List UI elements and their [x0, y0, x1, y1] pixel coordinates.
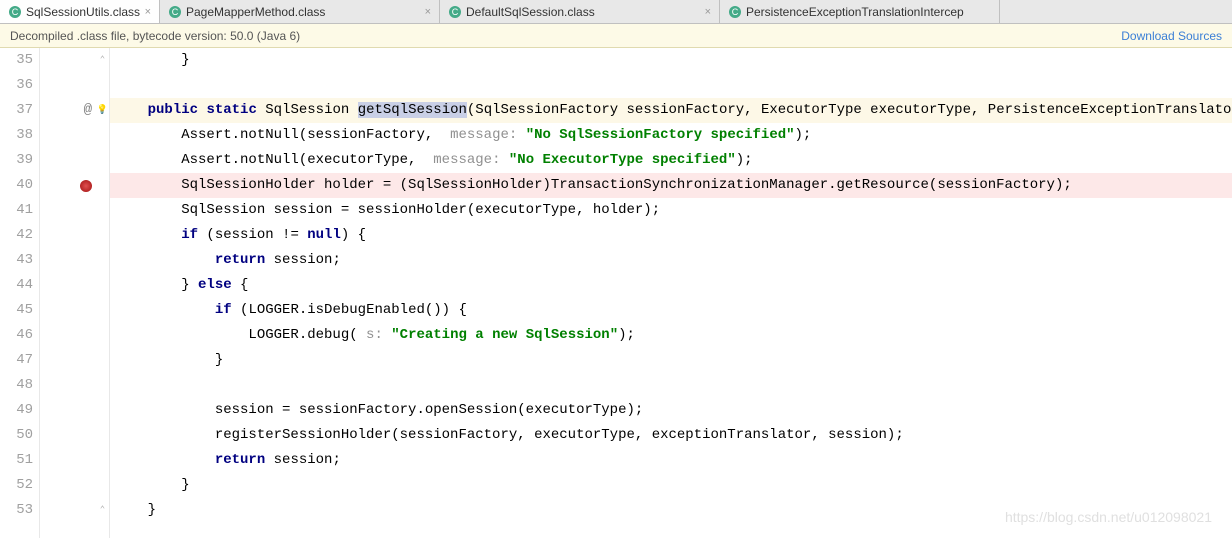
fold-end-icon[interactable]: ⌃ [96, 498, 109, 523]
code-line: Assert.notNull(sessionFactory, message: … [110, 123, 1232, 148]
marker-gutter[interactable]: @ [40, 48, 96, 538]
line-number: 42 [0, 223, 33, 248]
class-file-icon: C [168, 5, 182, 19]
line-number: 41 [0, 198, 33, 223]
line-number: 50 [0, 423, 33, 448]
code-line: registerSessionHolder(sessionFactory, ex… [110, 423, 1232, 448]
override-icon[interactable]: @ [84, 98, 92, 123]
info-message: Decompiled .class file, bytecode version… [10, 29, 300, 43]
tab-pagemappermethod[interactable]: C PageMapperMethod.class × [160, 0, 440, 23]
code-line [110, 373, 1232, 398]
line-number: 52 [0, 473, 33, 498]
svg-text:C: C [172, 7, 179, 17]
code-area[interactable]: } public static SqlSession getSqlSession… [110, 48, 1232, 538]
breakpoint-icon[interactable] [80, 180, 92, 192]
code-line: if (LOGGER.isDebugEnabled()) { [110, 298, 1232, 323]
code-line: } [110, 348, 1232, 373]
tab-sqlsessionutils[interactable]: C SqlSessionUtils.class × [0, 0, 160, 23]
line-number: 53 [0, 498, 33, 523]
method-name-highlight: getSqlSession [358, 102, 467, 118]
editor-tabs: C SqlSessionUtils.class × C PageMapperMe… [0, 0, 1232, 24]
decompiled-info-bar: Decompiled .class file, bytecode version… [0, 24, 1232, 48]
code-line: if (session != null) { [110, 223, 1232, 248]
line-number: 40 [0, 173, 33, 198]
line-number: 43 [0, 248, 33, 273]
line-number: 51 [0, 448, 33, 473]
code-editor[interactable]: 35 36 37 38 39 40 41 42 43 44 45 46 47 4… [0, 48, 1232, 538]
line-number: 48 [0, 373, 33, 398]
code-line: return session; [110, 448, 1232, 473]
code-line [110, 73, 1232, 98]
close-icon[interactable]: × [705, 6, 711, 18]
code-line: SqlSession session = sessionHolder(execu… [110, 198, 1232, 223]
tab-defaultsqlsession[interactable]: C DefaultSqlSession.class × [440, 0, 720, 23]
code-line: public static SqlSession getSqlSession(S… [110, 98, 1232, 123]
code-line: SqlSessionHolder holder = (SqlSessionHol… [110, 173, 1232, 198]
intention-bulb-icon[interactable]: 💡 [97, 98, 108, 123]
code-line: LOGGER.debug( s: "Creating a new SqlSess… [110, 323, 1232, 348]
code-line: } [110, 473, 1232, 498]
svg-text:C: C [12, 7, 19, 17]
code-line: } else { [110, 273, 1232, 298]
line-number: 45 [0, 298, 33, 323]
tab-label: PersistenceExceptionTranslationIntercep [746, 5, 991, 19]
class-file-icon: C [728, 5, 742, 19]
code-line: } [110, 48, 1232, 73]
class-file-icon: C [448, 5, 462, 19]
line-number: 47 [0, 348, 33, 373]
line-number: 44 [0, 273, 33, 298]
tab-label: DefaultSqlSession.class [466, 5, 701, 19]
watermark-text: https://blog.csdn.net/u012098021 [1005, 505, 1212, 530]
code-line: Assert.notNull(executorType, message: "N… [110, 148, 1232, 173]
line-number: 36 [0, 73, 33, 98]
line-number: 35 [0, 48, 33, 73]
fold-end-icon[interactable]: ⌃ [96, 48, 109, 73]
code-line: session = sessionFactory.openSession(exe… [110, 398, 1232, 423]
line-number: 46 [0, 323, 33, 348]
close-icon[interactable]: × [425, 6, 431, 18]
fold-gutter[interactable]: ⌃ 💡 ⌃ [96, 48, 110, 538]
svg-text:C: C [452, 7, 459, 17]
code-line: return session; [110, 248, 1232, 273]
line-number: 49 [0, 398, 33, 423]
line-number: 39 [0, 148, 33, 173]
tab-label: PageMapperMethod.class [186, 5, 421, 19]
svg-text:C: C [732, 7, 739, 17]
line-number-gutter: 35 36 37 38 39 40 41 42 43 44 45 46 47 4… [0, 48, 40, 538]
close-icon[interactable]: × [145, 6, 151, 18]
download-sources-link[interactable]: Download Sources [1121, 29, 1222, 43]
tab-persistenceexception[interactable]: C PersistenceExceptionTranslationInterce… [720, 0, 1000, 23]
class-file-icon: C [8, 5, 22, 19]
line-number: 37 [0, 98, 33, 123]
tab-label: SqlSessionUtils.class [26, 5, 141, 19]
line-number: 38 [0, 123, 33, 148]
